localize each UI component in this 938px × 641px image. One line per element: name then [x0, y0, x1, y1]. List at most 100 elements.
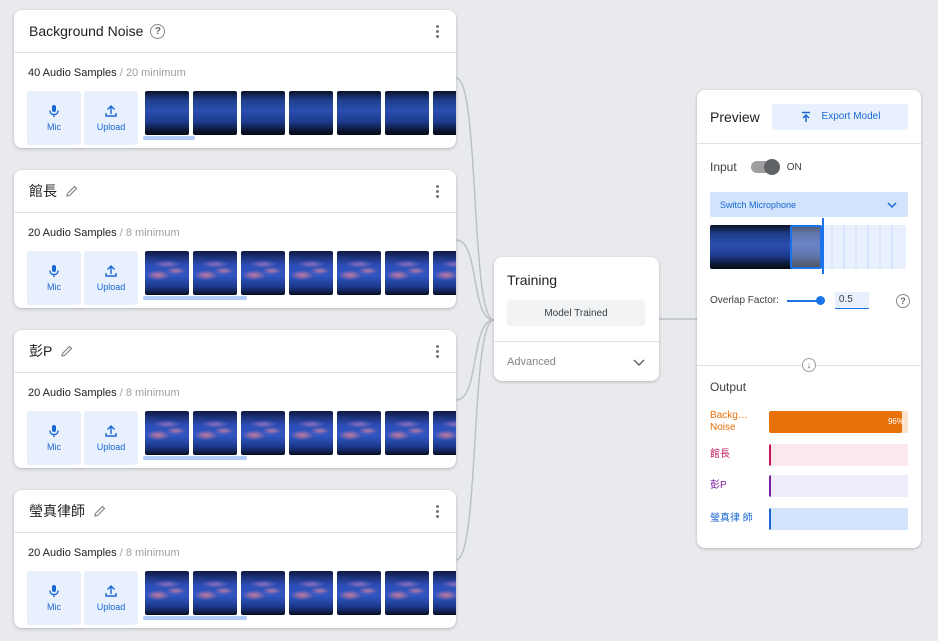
more-options-icon[interactable]	[434, 185, 440, 198]
overlap-input[interactable]: 0.5	[834, 292, 869, 309]
training-card: Training Model Trained Advanced	[494, 257, 659, 381]
overlap-slider[interactable]	[786, 295, 825, 305]
audio-sample-thumbnail[interactable]	[241, 571, 285, 615]
audio-sample-thumbnail[interactable]	[289, 571, 333, 615]
live-spectrogram	[710, 225, 906, 269]
audio-sample-thumbnail[interactable]	[385, 251, 429, 295]
export-model-button[interactable]: Export Model	[772, 103, 908, 130]
upload-label: Upload	[96, 602, 126, 612]
output-label: Output	[710, 380, 747, 394]
audio-sample-thumbnail[interactable]	[145, 91, 189, 135]
class-title[interactable]: 彭P	[29, 341, 52, 361]
audio-sample-thumbnail[interactable]	[241, 251, 285, 295]
upload-button[interactable]: Upload	[84, 91, 138, 145]
class-title[interactable]: 瑩真律師	[29, 501, 85, 521]
advanced-toggle[interactable]: Advanced	[494, 341, 659, 381]
audio-sample-thumbnail[interactable]	[241, 411, 285, 455]
output-row: 瑩真律 師	[710, 508, 908, 530]
audio-sample-thumbnail[interactable]	[193, 411, 237, 455]
sample-window[interactable]	[790, 225, 822, 269]
more-options-icon[interactable]	[434, 505, 440, 518]
class-card: 瑩真律師 20 Audio Samples / 8 minimum Mic Uploa…	[14, 490, 456, 628]
class-title[interactable]: Background Noise	[29, 23, 143, 39]
audio-sample-thumbnail[interactable]	[193, 251, 237, 295]
chevron-down-icon	[887, 201, 897, 208]
confidence-fill	[769, 475, 772, 497]
mic-button[interactable]: Mic	[27, 91, 81, 145]
confidence-bar	[769, 444, 908, 466]
sample-count: 20 Audio Samples / 8 minimum	[28, 387, 456, 401]
mic-icon	[49, 265, 59, 277]
pencil-icon[interactable]	[93, 504, 107, 518]
upload-button[interactable]: Upload	[84, 411, 138, 465]
overlap-row: Overlap Factor: 0.5 ?	[710, 292, 910, 309]
confidence-percent: 96%	[887, 417, 904, 426]
mic-button[interactable]: Mic	[27, 251, 81, 305]
class-card: Background Noise? 40 Audio Samples / 20 m…	[14, 10, 456, 148]
output-row: 彭P	[710, 475, 908, 497]
audio-sample-thumbnail[interactable]	[193, 91, 237, 135]
sample-scrollbar[interactable]	[143, 616, 247, 620]
more-options-icon[interactable]	[434, 25, 440, 38]
sample-minimum: / 8 minimum	[116, 387, 180, 399]
audio-sample-thumbnail[interactable]	[337, 571, 381, 615]
upload-label: Upload	[96, 122, 126, 132]
audio-sample-thumbnail[interactable]	[433, 571, 456, 615]
input-label: Input	[710, 160, 737, 174]
class-card: 彭P 20 Audio Samples / 8 minimum Mic Upload	[14, 330, 456, 468]
audio-sample-thumbnail[interactable]	[193, 571, 237, 615]
mic-button[interactable]: Mic	[27, 571, 81, 625]
class-card-header: 彭P	[14, 330, 456, 373]
overlap-label: Overlap Factor:	[710, 295, 779, 306]
audio-sample-thumbnail[interactable]	[289, 251, 333, 295]
audio-sample-thumbnail[interactable]	[241, 91, 285, 135]
mic-button[interactable]: Mic	[27, 411, 81, 465]
more-options-icon[interactable]	[434, 345, 440, 358]
help-icon[interactable]: ?	[896, 293, 910, 308]
class-title[interactable]: 館長	[29, 181, 57, 201]
sample-scrollbar[interactable]	[143, 456, 247, 460]
audio-sample-thumbnail[interactable]	[385, 571, 429, 615]
output-class-label: Backg… Noise	[710, 410, 748, 433]
pencil-icon[interactable]	[65, 184, 79, 198]
pencil-icon[interactable]	[60, 344, 74, 358]
audio-sample-thumbnail[interactable]	[145, 571, 189, 615]
mic-icon	[49, 585, 59, 597]
mic-label: Mic	[47, 442, 61, 452]
upload-label: Upload	[96, 282, 126, 292]
audio-sample-thumbnail[interactable]	[337, 91, 381, 135]
sample-count: 20 Audio Samples / 8 minimum	[28, 227, 456, 241]
class-card-header: 瑩真律師	[14, 490, 456, 533]
sample-minimum: / 20 minimum	[116, 67, 186, 79]
arrow-down-icon: ↓	[802, 358, 816, 372]
confidence-bar	[769, 508, 908, 530]
audio-sample-thumbnail[interactable]	[433, 251, 456, 295]
audio-sample-thumbnail[interactable]	[385, 411, 429, 455]
upload-button[interactable]: Upload	[84, 571, 138, 625]
sample-count: 40 Audio Samples / 20 minimum	[28, 67, 456, 81]
audio-sample-thumbnail[interactable]	[433, 411, 456, 455]
mic-icon	[49, 425, 59, 437]
audio-sample-thumbnail[interactable]	[289, 91, 333, 135]
audio-sample-thumbnail[interactable]	[145, 411, 189, 455]
upload-button[interactable]: Upload	[84, 251, 138, 305]
audio-sample-thumbnail[interactable]	[433, 91, 456, 135]
audio-sample-thumbnail[interactable]	[337, 251, 381, 295]
audio-sample-thumbnail[interactable]	[145, 251, 189, 295]
input-toggle[interactable]	[750, 159, 780, 175]
output-class-label: 館長	[710, 449, 730, 460]
sample-scrollbar[interactable]	[143, 136, 195, 140]
confidence-fill	[769, 444, 772, 466]
audio-sample-thumbnail[interactable]	[289, 411, 333, 455]
switch-microphone-select[interactable]: Switch Microphone	[710, 192, 908, 217]
help-icon[interactable]: ?	[150, 23, 166, 39]
upload-label: Upload	[96, 442, 126, 452]
sample-row: Mic Upload	[27, 91, 456, 145]
upload-icon	[105, 265, 117, 277]
audio-sample-thumbnail[interactable]	[385, 91, 429, 135]
model-trained-button[interactable]: Model Trained	[507, 300, 645, 326]
audio-sample-thumbnail[interactable]	[337, 411, 381, 455]
sample-scrollbar[interactable]	[143, 296, 247, 300]
sample-count-value: 20 Audio Samples	[28, 387, 117, 399]
playhead	[822, 218, 824, 274]
